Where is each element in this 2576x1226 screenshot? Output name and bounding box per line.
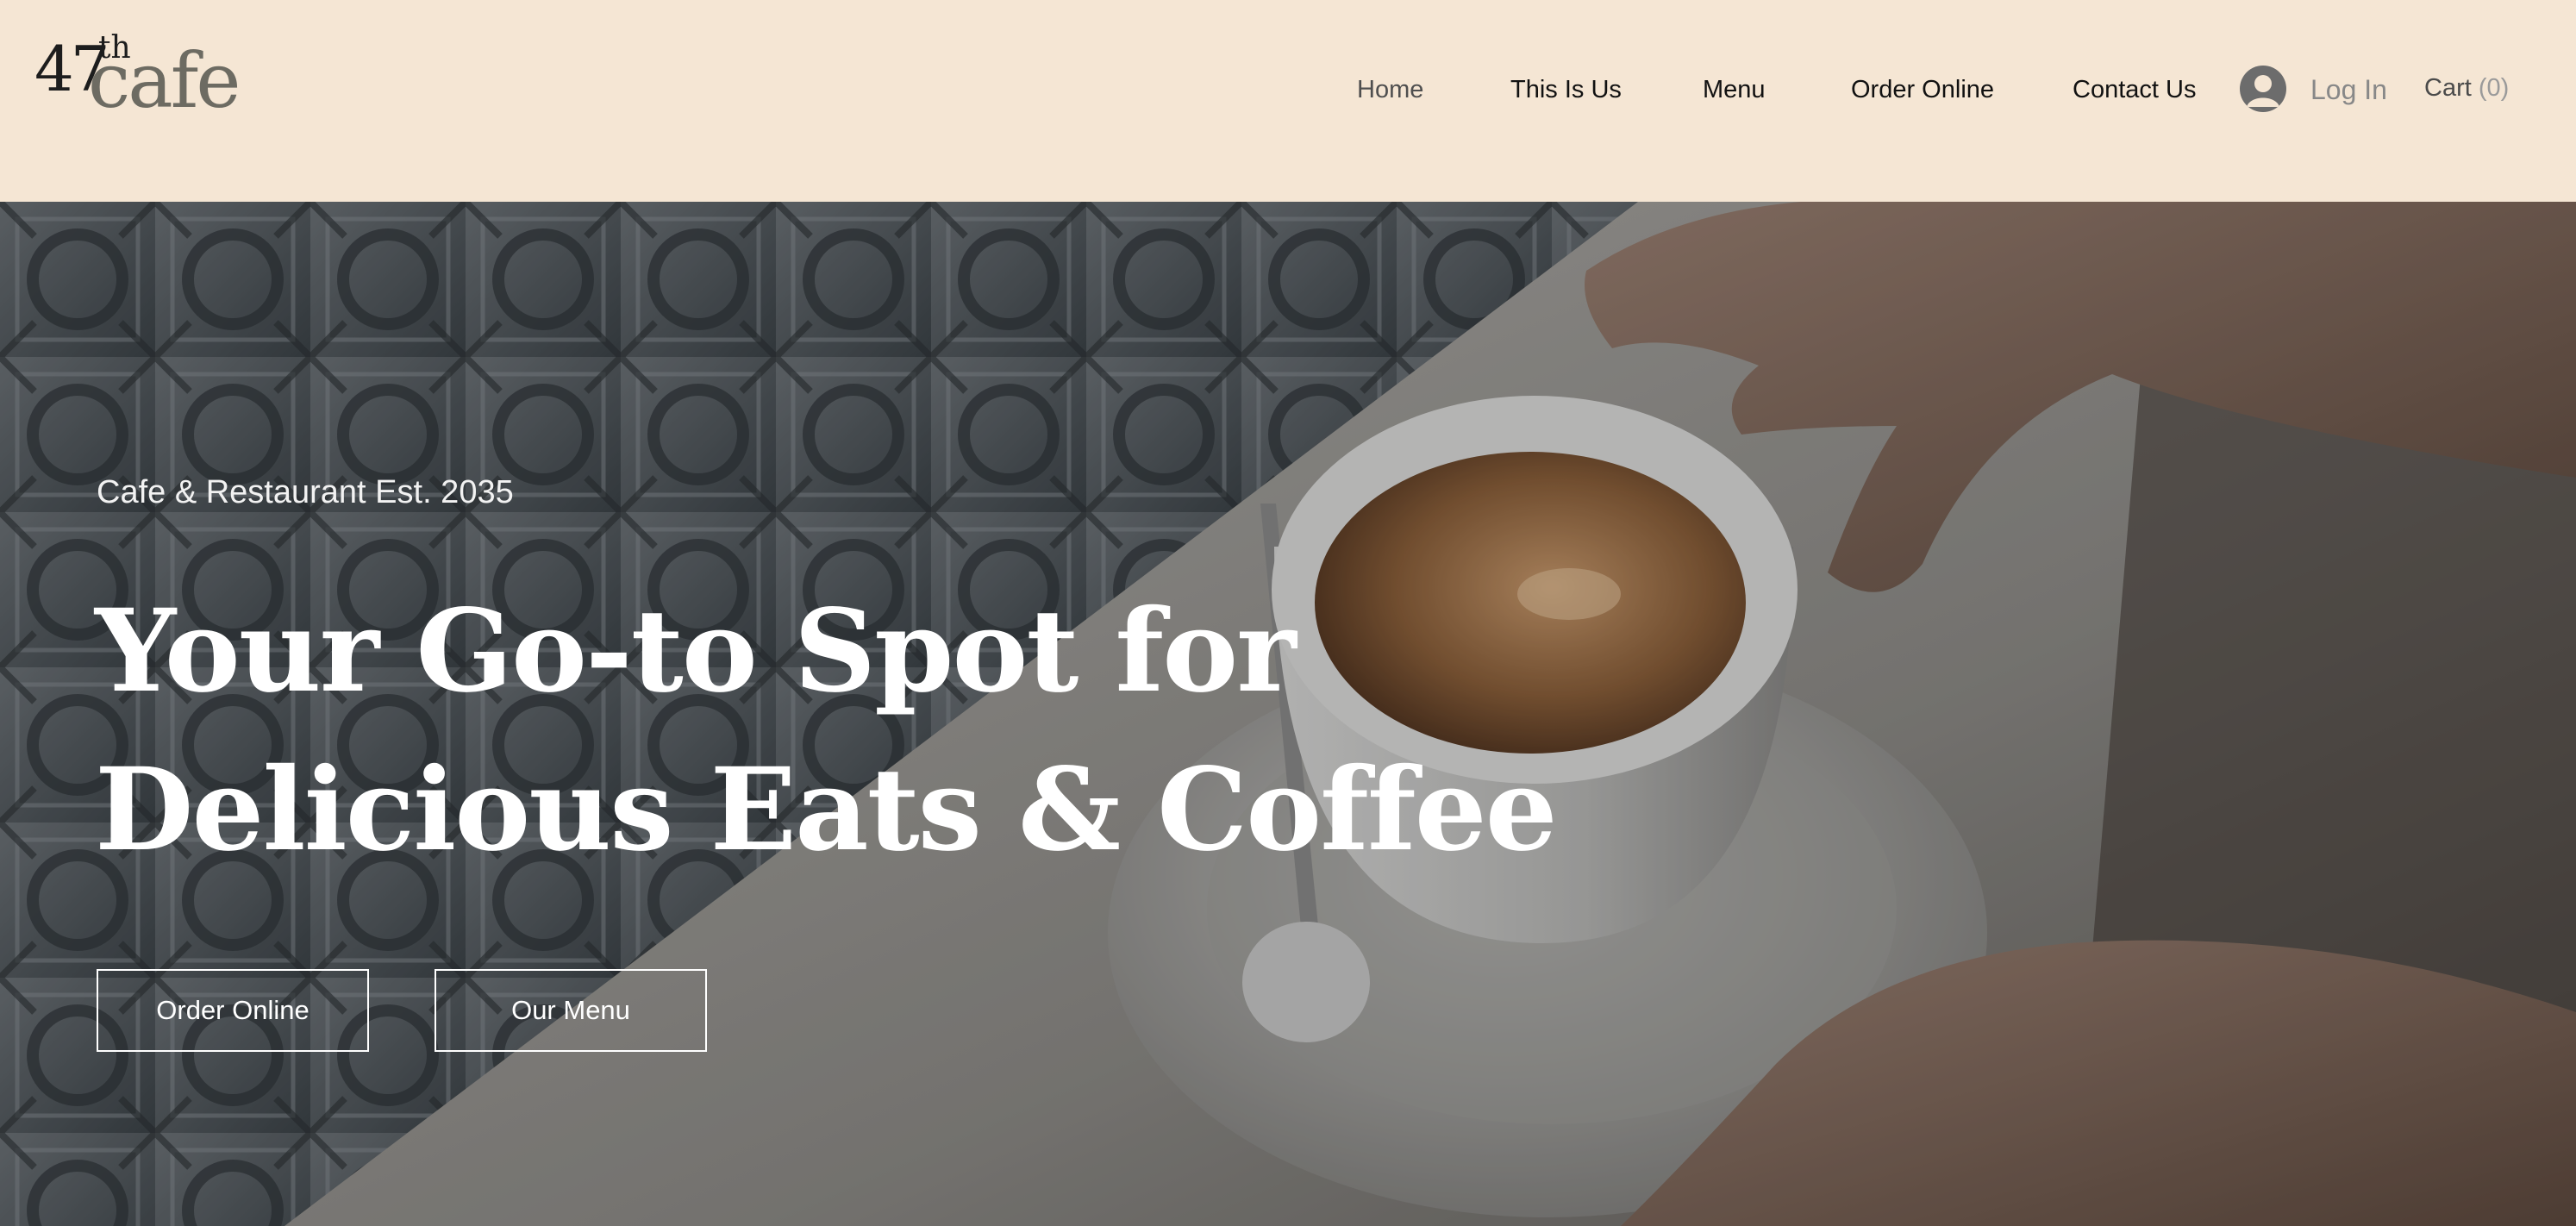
hero-title-line-2: Delicious Eats & Coffee [95, 743, 1558, 877]
logo-word: cafe [88, 36, 241, 125]
nav-item-order-online[interactable]: Order Online [1851, 69, 1994, 110]
our-menu-button[interactable]: Our Menu [435, 969, 707, 1052]
cart-count: (0) [2478, 74, 2510, 102]
site-logo[interactable]: 47 th cafe [34, 31, 241, 125]
nav-item-home[interactable]: Home [1357, 69, 1423, 110]
site-header: 47 th cafe Home This Is Us Menu Order On… [0, 0, 2576, 202]
nav-item-this-is-us[interactable]: This Is Us [1510, 69, 1622, 110]
cart-label: Cart [2424, 74, 2472, 102]
order-online-button[interactable]: Order Online [97, 969, 369, 1052]
login-label: Log In [2310, 74, 2387, 105]
cart-link[interactable]: Cart (0) [2424, 69, 2509, 107]
user-avatar-icon [2240, 66, 2286, 112]
hero-tagline: Cafe & Restaurant Est. 2035 [97, 474, 514, 510]
hero-title: Your Go-to Spot for Delicious Eats & Cof… [95, 572, 1558, 890]
hero-section: Cafe & Restaurant Est. 2035 Your Go-to S… [0, 202, 2576, 1226]
nav-item-menu[interactable]: Menu [1703, 69, 1766, 110]
nav-item-contact-us[interactable]: Contact Us [2073, 69, 2196, 110]
hero-title-line-1: Your Go-to Spot for [95, 585, 1297, 718]
